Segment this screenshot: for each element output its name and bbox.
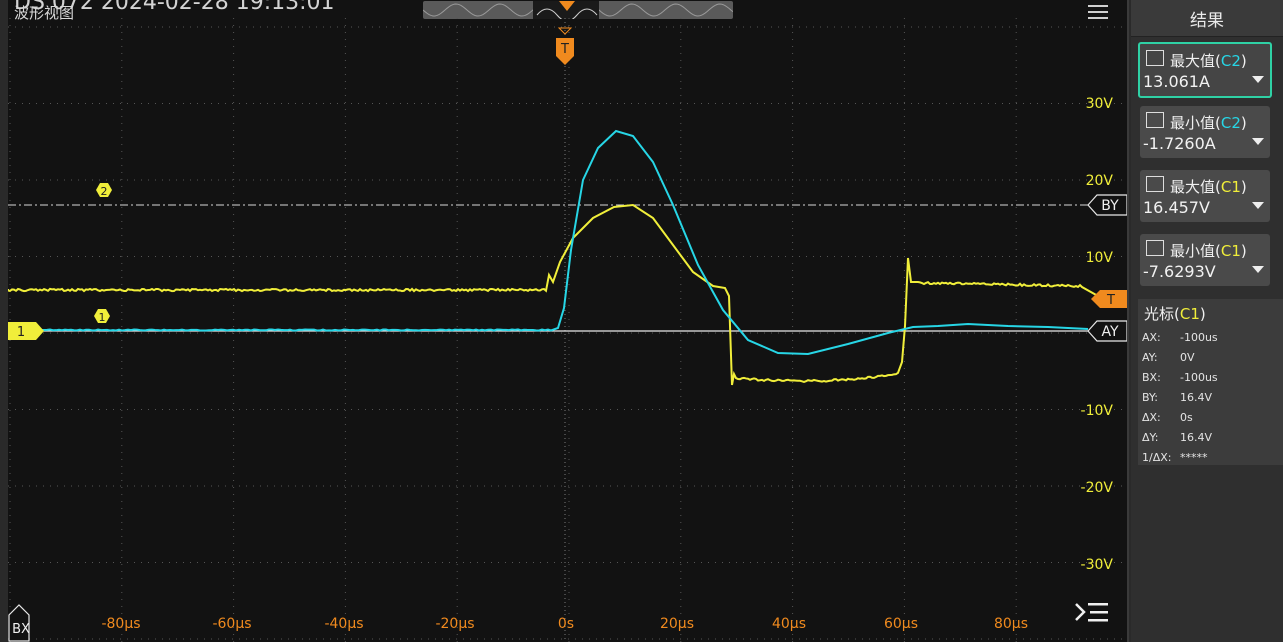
measurement-value: 16.457V	[1143, 198, 1210, 217]
x-tick-label: 0s	[558, 616, 574, 632]
trigger-label: T	[560, 42, 569, 57]
measurement-card[interactable]: 最大值(C1) 16.457V	[1140, 170, 1270, 222]
x-tick-label: -20µs	[435, 616, 474, 632]
expand-menu-icon[interactable]	[1076, 603, 1108, 622]
svg-text:BY: BY	[1101, 198, 1119, 214]
cursor-title: 光标(C1)	[1144, 303, 1206, 324]
measurement-card[interactable]: 最小值(C1) -7.6293V	[1140, 234, 1270, 286]
results-panel: 结果 最大值(C2) 13.061A 最小值(C2) -1.7260A 最大值(C1) 1…	[1131, 0, 1283, 642]
svg-text:T: T	[1106, 293, 1115, 308]
cursor-row: 1/ΔX: *****	[1142, 447, 1218, 467]
cursor-table: AX: -100us AY: 0V BX: -100us BY: 16.4V ΔX: 0s ΔY: 1…	[1142, 327, 1218, 467]
chevron-down-icon[interactable]	[1252, 266, 1264, 273]
ch1-offset-tag[interactable]: 1	[8, 322, 44, 340]
chevron-down-icon[interactable]	[1252, 202, 1264, 209]
svg-text:2: 2	[101, 185, 108, 198]
measurement-value: 13.061A	[1143, 72, 1210, 91]
measurement-card[interactable]: 最小值(C2) -1.7260A	[1140, 106, 1270, 158]
x-axis-ticks: -80µs -60µs -40µs -20µs 0s 20µs 40µs 60µs 80µs	[101, 616, 1028, 632]
cursor-readout[interactable]: 光标(C1) AX: -100us AY: 0V BX: -100us BY: 16.4V ΔX…	[1138, 299, 1283, 465]
measurement-label: 最小值(C1)	[1170, 240, 1247, 261]
pulse-icon	[1146, 176, 1164, 192]
pulse-icon	[1146, 240, 1164, 256]
channel-2-trace	[8, 131, 1088, 354]
ch1-ref-marker[interactable]: 1	[94, 309, 110, 324]
y-tick-label: 30V	[1086, 96, 1114, 112]
x-tick-label: 80µs	[994, 616, 1028, 632]
measurement-label: 最大值(C1)	[1170, 176, 1247, 197]
pulse-icon	[1146, 50, 1164, 66]
trigger-marker[interactable]: T	[556, 38, 574, 65]
cursor-row: ΔY: 16.4V	[1142, 427, 1218, 447]
cursor-row: AX: -100us	[1142, 327, 1218, 347]
pulse-icon	[1146, 112, 1164, 128]
measurement-label: 最大值(C2)	[1170, 50, 1247, 71]
measurement-value: -1.7260A	[1143, 134, 1216, 153]
cursor-row: BX: -100us	[1142, 367, 1218, 387]
y-tick-label: -10V	[1081, 403, 1114, 419]
cursor-row: AY: 0V	[1142, 347, 1218, 367]
x-tick-label: 40µs	[772, 616, 806, 632]
cursor-row: BY: 16.4V	[1142, 387, 1218, 407]
svg-text:1: 1	[17, 325, 25, 340]
y-tick-label: -30V	[1081, 557, 1114, 573]
trigger-level-tag[interactable]: T	[1091, 290, 1127, 308]
y-tick-label: 10V	[1086, 250, 1114, 266]
svg-text:AY: AY	[1101, 324, 1118, 340]
oscilloscope-screen: DS 072 2024-02-28 19:13:01 波形视图 30V 20V 10…	[0, 0, 1283, 642]
x-tick-label: 60µs	[884, 616, 918, 632]
chevron-down-icon[interactable]	[1252, 76, 1264, 83]
results-title: 结果	[1131, 0, 1283, 37]
x-tick-label: 20µs	[660, 616, 694, 632]
measurement-card[interactable]: 最大值(C2) 13.061A	[1138, 42, 1272, 98]
cursor-by-tag[interactable]: BY	[1088, 195, 1127, 215]
x-tick-label: -60µs	[212, 616, 251, 632]
x-tick-label: -40µs	[324, 616, 363, 632]
waveform-plot[interactable]: 30V 20V 10V -10V -20V -30V -80µs -60µs -40µs -20…	[8, 0, 1127, 642]
cursor-ay-tag[interactable]: AY	[1088, 321, 1127, 341]
channel-1-trace	[8, 205, 1098, 385]
svg-text:1: 1	[99, 311, 106, 324]
chevron-down-icon[interactable]	[1252, 138, 1264, 145]
measurement-value: -7.6293V	[1143, 262, 1216, 281]
x-tick-label: -80µs	[101, 616, 140, 632]
y-tick-label: 20V	[1086, 173, 1114, 189]
measurement-label: 最小值(C2)	[1170, 112, 1247, 133]
cursor-row: ΔX: 0s	[1142, 407, 1218, 427]
cursor-bx-tag[interactable]: BX	[9, 605, 30, 641]
svg-text:BX: BX	[12, 622, 30, 637]
ch2-ref-marker[interactable]: 2	[96, 183, 112, 198]
y-tick-label: -20V	[1081, 480, 1114, 496]
